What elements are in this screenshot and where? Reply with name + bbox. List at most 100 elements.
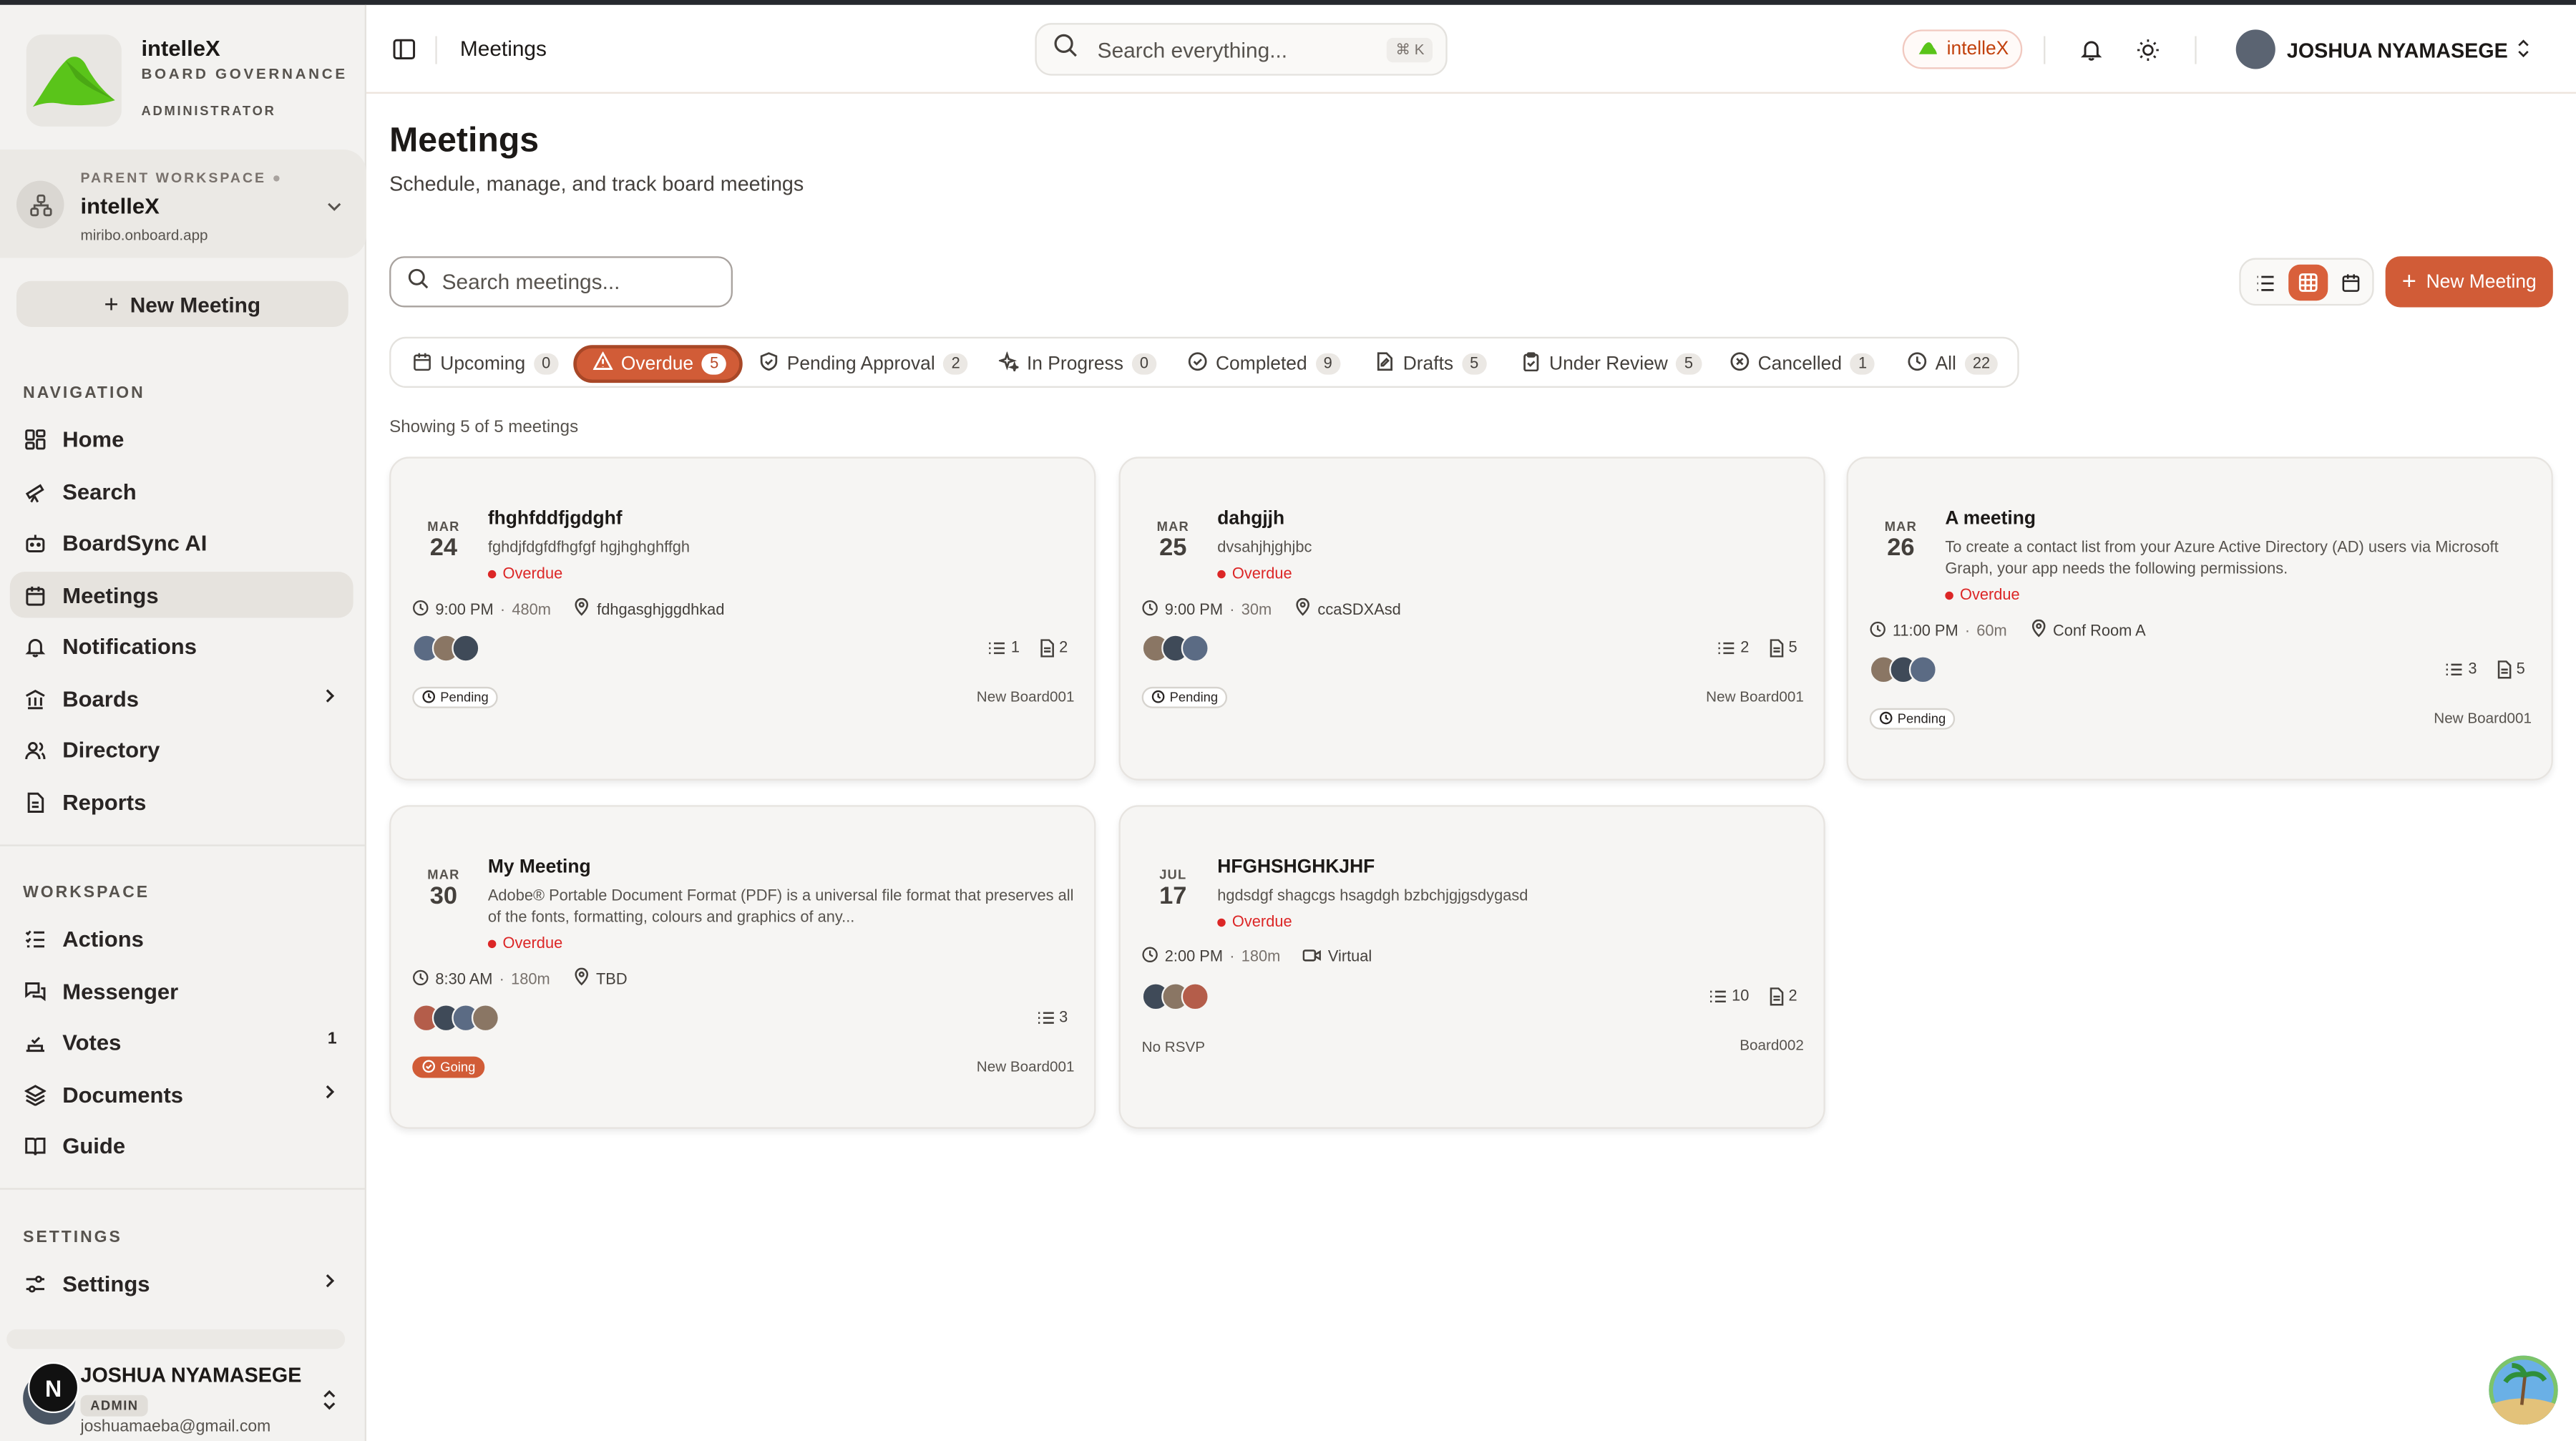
list-checks-icon [23,927,46,949]
brand-subtitle: BOARD GOVERNANCE [141,65,348,82]
sidebar-item-guide[interactable]: Guide [10,1123,353,1168]
sidebar-item-label: Search [62,479,137,504]
grid-view-icon[interactable] [2288,264,2328,301]
tab-count: 1 [1850,353,1875,375]
meeting-card[interactable]: MAR 26 A meeting To create a contact lis… [1846,456,2553,781]
chevrons-up-down-icon[interactable] [2515,38,2532,67]
sidebar-item-messenger[interactable]: Messenger [10,968,353,1014]
sidebar-item-reports[interactable]: Reports [10,779,353,825]
chevron-right-icon [322,687,337,710]
chevron-down-icon [326,194,343,223]
meeting-day: 30 [429,882,458,911]
tab-under-review[interactable]: Under Review 5 [1515,345,1708,383]
rsvp-badge[interactable]: Pending [1869,708,1956,730]
workspace-name: intelleX [80,193,160,219]
clock-icon [412,969,429,990]
rsvp-badge[interactable]: Pending [412,686,499,708]
calendar-view-icon[interactable] [2331,265,2371,301]
breadcrumb: Meetings [459,36,547,61]
meeting-meta: 9:00 PM · 480m fdhgasghjggdhkad [412,597,725,621]
sidebar-item-meetings[interactable]: Meetings [9,572,353,618]
sidebar-item-boardsync-ai[interactable]: BoardSync AI [10,519,353,565]
rsvp-badge[interactable]: Pending [1141,686,1228,708]
rsvp-badge[interactable]: Going [412,1056,486,1078]
page-title: Meetings [389,121,540,160]
sidebar-item-notifications[interactable]: Notifications [10,622,353,668]
meeting-card[interactable]: MAR 24 fhghfddfjgdghf fghdjfdgfdfhgfgf h… [389,456,1096,781]
board-name: New Board001 [2434,710,2532,727]
tab-drafts[interactable]: Drafts 5 [1368,345,1493,383]
tab-all[interactable]: All 22 [1901,345,2004,383]
agenda-count-text: 3 [1059,1009,1068,1027]
global-search-input[interactable]: Search everything... ⌘ K [1035,23,1448,76]
sidebar-user-menu[interactable]: N JOSHUA NYAMASEGE ADMIN joshuamaeba@gma… [0,1329,366,1441]
meeting-title: dahgjjh [1217,509,1285,529]
list-view-icon[interactable] [2245,265,2285,301]
sidebar-item-home[interactable]: Home [10,416,353,461]
attendee-avatars [412,1004,499,1032]
assistant-avatar[interactable] [2489,1355,2558,1425]
sidebar-divider [0,1188,366,1190]
meetings-search-input[interactable]: Search meetings... [389,256,733,308]
sidebar-item-label: Directory [62,736,160,762]
sidebar-new-meeting-button[interactable]: + New Meeting [16,280,348,328]
meeting-meta: 9:00 PM · 30m ccaSDXAsd [1142,597,1401,621]
status-text: Overdue [502,565,563,584]
status-text: Overdue [1231,913,1292,932]
sidebar-item-votes[interactable]: Votes 1 [10,1019,353,1065]
avatar [471,1004,499,1032]
topbar-user-name[interactable]: JOSHUA NYAMASEGE [2287,39,2508,62]
sidebar-item-actions[interactable]: Actions [10,915,353,961]
meeting-card[interactable]: MAR 25 dahgjjh dvsahjhjghjbc Overdue 9:0… [1118,456,1825,781]
tab-completed[interactable]: Completed 9 [1181,345,1347,383]
sidebar-item-search[interactable]: Search [10,469,353,514]
meeting-location: TBD [573,967,628,991]
tab-in-progress[interactable]: In Progress 0 [992,345,1163,383]
tab-upcoming[interactable]: Upcoming 0 [406,345,565,383]
new-meeting-label: New Meeting [2426,272,2537,292]
tab-label: All [1935,353,1956,374]
separator-dot: · [1229,948,1235,967]
meeting-month: JUL [1159,867,1187,883]
sidebar-toggle-icon[interactable] [393,38,416,69]
brand-name: intelleX [141,36,220,61]
sidebar-item-settings[interactable]: Settings [10,1260,353,1306]
sidebar: intelleX BOARD GOVERNANCE ADMINISTRATOR … [0,4,366,1441]
dashboard-icon [23,427,46,450]
tab-count: 0 [1131,353,1157,375]
attendee-avatars [1141,634,1209,663]
brand-logo[interactable] [26,34,122,127]
clock-icon [1142,947,1158,968]
messages-icon [23,980,46,1002]
meeting-time: 2:00 PM [1164,948,1224,967]
check-circle-icon [1188,351,1208,376]
avatar[interactable] [2235,29,2275,69]
meeting-time: 11:00 PM [1892,622,1958,640]
bell-icon[interactable] [2080,38,2103,69]
tab-count: 9 [1315,353,1341,375]
sidebar-item-label: Home [62,426,125,451]
brand-role: ADMINISTRATOR [141,103,276,119]
workspace-switcher[interactable]: PARENT WORKSPACE ● intelleX miribo.onboa… [0,149,366,258]
agenda-count: 2 [1717,639,1749,658]
tab-pending-approval[interactable]: Pending Approval 2 [753,345,975,383]
sidebar-item-directory[interactable]: Directory [10,726,353,772]
sidebar-item-documents[interactable]: Documents [10,1071,353,1117]
clock-icon [422,689,436,705]
user-email: joshuamaeba@gmail.com [80,1417,271,1437]
status-badge: Overdue [487,565,563,584]
tab-overdue[interactable]: Overdue 5 [573,345,743,384]
org-switcher-pill[interactable]: intelleX [1902,29,2023,69]
meeting-title: A meeting [1945,509,2036,529]
new-meeting-button[interactable]: + New Meeting [2385,256,2553,308]
tab-cancelled[interactable]: Cancelled 1 [1723,345,1881,383]
meeting-card[interactable]: MAR 30 My Meeting Adobe® Portable Docume… [389,805,1096,1129]
theme-toggle-sun-icon[interactable] [2136,38,2160,71]
sidebar-item-boards[interactable]: Boards [10,675,353,721]
sidebar-item-label: Notifications [62,633,197,658]
location-text: fdhgasghjggdhkad [597,600,725,619]
clock-icon [1908,351,1928,376]
meeting-card[interactable]: JUL 17 HFGHSHGHKJHF hgdsdgf shagcgs hsag… [1118,805,1825,1129]
meeting-day: 26 [1887,534,1915,562]
rsvp-text: Pending [440,690,489,705]
